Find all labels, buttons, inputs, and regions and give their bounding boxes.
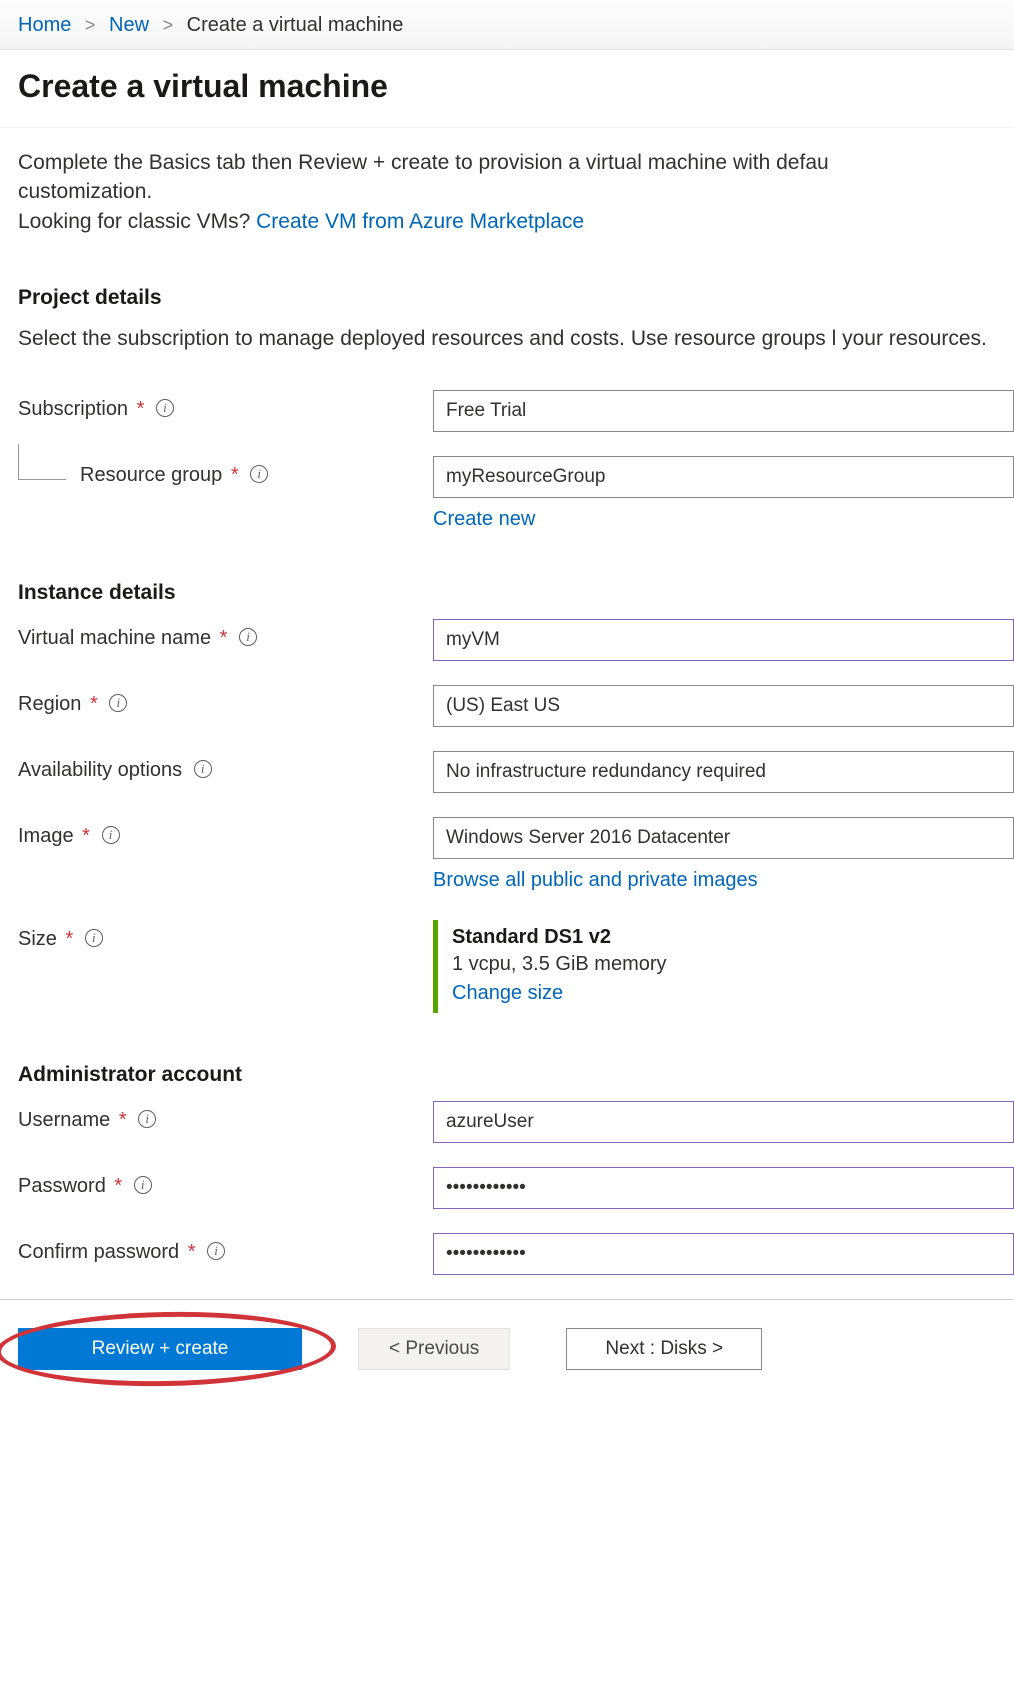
info-icon[interactable]: i [207,1242,225,1260]
breadcrumb-new[interactable]: New [109,14,149,36]
create-new-resource-group-link[interactable]: Create new [433,508,535,531]
project-details-desc: Select the subscription to manage deploy… [18,324,1014,353]
size-summary: Standard DS1 v2 1 vcpu, 3.5 GiB memory C… [433,920,1014,1013]
intro-text: Complete the Basics tab then Review + cr… [18,128,1014,236]
required-asterisk: * [65,928,73,950]
size-detail: 1 vcpu, 3.5 GiB memory [452,953,1014,976]
info-icon[interactable]: i [109,694,127,712]
info-icon[interactable]: i [138,1110,156,1128]
required-asterisk: * [82,825,90,847]
chevron-right-icon: > [163,15,174,35]
next-button[interactable]: Next : Disks > [566,1328,762,1370]
intro-line1: Complete the Basics tab then Review + cr… [18,151,829,174]
instance-details-heading: Instance details [18,581,1014,605]
vm-name-label: Virtual machine name * i [18,619,433,650]
change-size-link[interactable]: Change size [452,982,563,1005]
tree-elbow-icon [18,444,66,480]
info-icon[interactable]: i [134,1176,152,1194]
resource-group-label: Resource group * i [18,456,433,487]
info-icon[interactable]: i [85,929,103,947]
breadcrumb: Home > New > Create a virtual machine [0,0,1014,50]
review-create-button[interactable]: Review + create [18,1328,302,1370]
info-icon[interactable]: i [250,465,268,483]
breadcrumb-current: Create a virtual machine [187,14,404,36]
username-input[interactable] [433,1101,1014,1143]
confirm-password-input[interactable] [433,1233,1014,1275]
region-select[interactable] [433,685,1014,727]
info-icon[interactable]: i [102,826,120,844]
info-icon[interactable]: i [156,399,174,417]
password-label: Password * i [18,1167,433,1198]
required-asterisk: * [119,1109,127,1131]
chevron-right-icon: > [85,15,96,35]
info-icon[interactable]: i [239,628,257,646]
availability-label: Availability options i [18,751,433,782]
username-label: Username * i [18,1101,433,1132]
region-label: Region * i [18,685,433,716]
required-asterisk: * [188,1241,196,1263]
size-name: Standard DS1 v2 [452,926,1014,949]
image-label: Image * i [18,817,433,848]
admin-account-heading: Administrator account [18,1063,1014,1087]
required-asterisk: * [114,1175,122,1197]
size-label: Size * i [18,920,433,951]
info-icon[interactable]: i [194,760,212,778]
resource-group-select[interactable] [433,456,1014,498]
intro-line2: customization. [18,180,152,203]
project-details-heading: Project details [18,286,1014,310]
required-asterisk: * [231,464,239,486]
password-input[interactable] [433,1167,1014,1209]
required-asterisk: * [137,398,145,420]
availability-select[interactable] [433,751,1014,793]
subscription-label: Subscription * i [18,390,433,421]
previous-button[interactable]: < Previous [358,1328,510,1370]
subscription-select[interactable] [433,390,1014,432]
image-select[interactable] [433,817,1014,859]
required-asterisk: * [90,693,98,715]
create-vm-marketplace-link[interactable]: Create VM from Azure Marketplace [256,210,584,233]
vm-name-input[interactable] [433,619,1014,661]
required-asterisk: * [220,627,228,649]
confirm-password-label: Confirm password * i [18,1233,433,1264]
intro-classic-prompt: Looking for classic VMs? [18,210,256,233]
breadcrumb-home[interactable]: Home [18,14,71,36]
wizard-footer: Review + create < Previous Next : Disks … [0,1299,1014,1400]
browse-images-link[interactable]: Browse all public and private images [433,869,758,892]
page-title: Create a virtual machine [18,68,996,105]
